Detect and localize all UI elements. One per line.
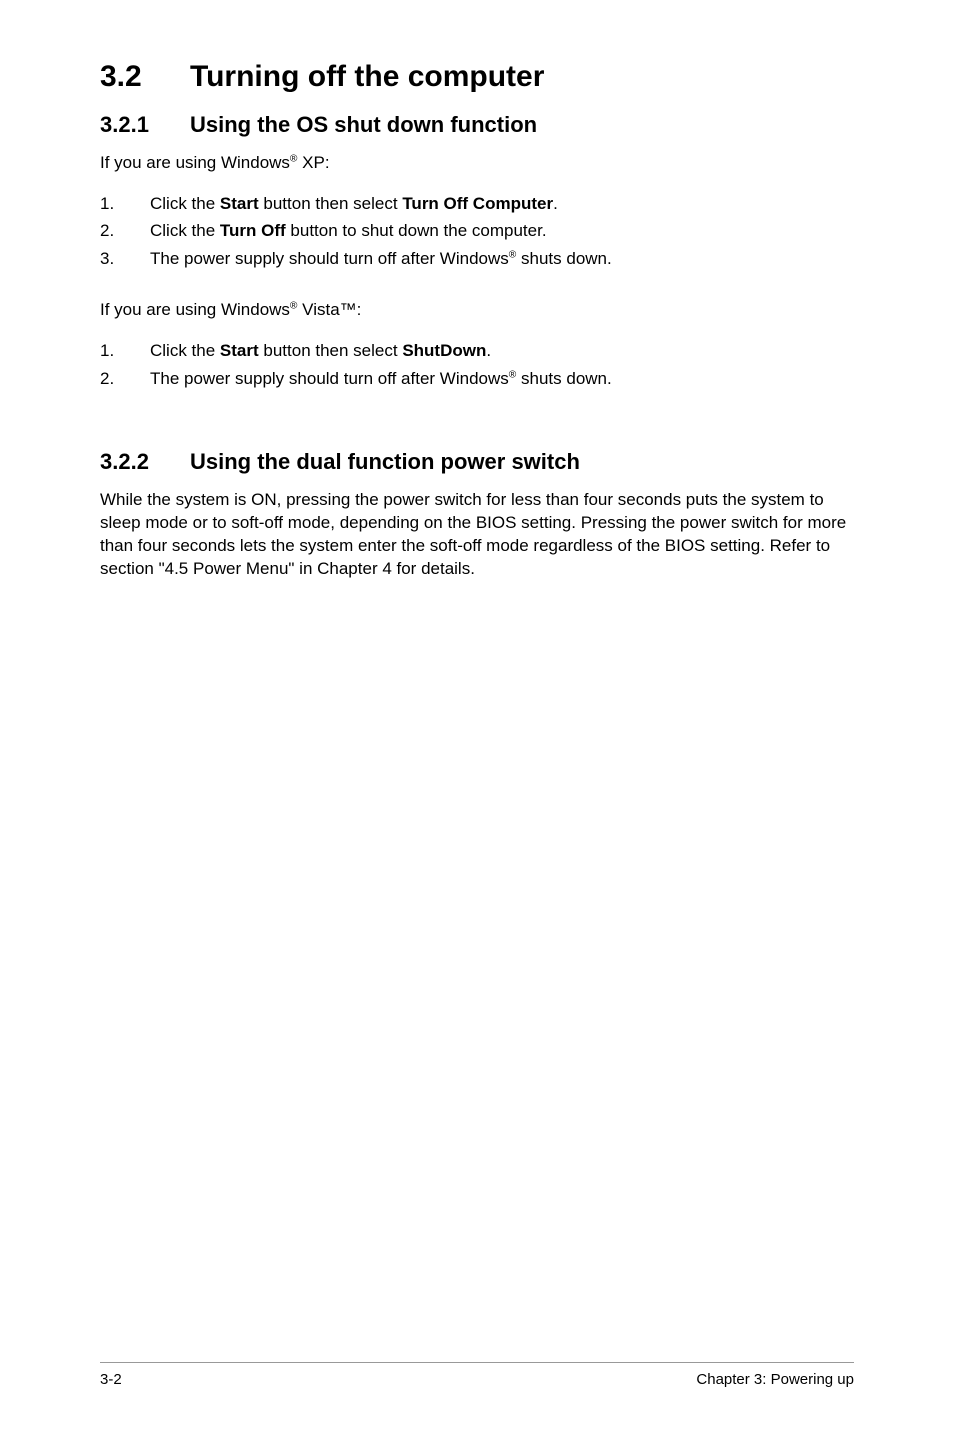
page-number: 3-2: [100, 1371, 122, 1388]
subsection-number: 3.2.1: [100, 112, 190, 138]
step-bold: Turn Off Computer: [402, 194, 553, 213]
list-item: 1. Click the Start button then select Tu…: [100, 191, 854, 217]
step-text: button to shut down the computer.: [286, 221, 547, 240]
step-number: 3.: [100, 246, 114, 272]
step-number: 2.: [100, 366, 114, 392]
intro-vista-pre: If you are using Windows: [100, 300, 290, 319]
step-text: shuts down.: [516, 249, 611, 268]
list-item: 3. The power supply should turn off afte…: [100, 246, 854, 272]
intro-xp: If you are using Windows® XP:: [100, 152, 854, 175]
intro-xp-pre: If you are using Windows: [100, 153, 290, 172]
section-heading: 3.2Turning off the computer: [100, 60, 854, 94]
step-number: 2.: [100, 218, 114, 244]
step-text: Click the: [150, 221, 220, 240]
subsection-title-text: Using the OS shut down function: [190, 112, 537, 137]
step-text: The power supply should turn off after W…: [150, 369, 509, 388]
step-text: Click the: [150, 194, 220, 213]
step-text: .: [486, 341, 491, 360]
step-text: button then select: [259, 341, 403, 360]
chapter-label: Chapter 3: Powering up: [696, 1371, 854, 1388]
step-number: 1.: [100, 338, 114, 364]
step-text: Click the: [150, 341, 220, 360]
step-number: 1.: [100, 191, 114, 217]
subsection-number: 3.2.2: [100, 449, 190, 475]
step-text: shuts down.: [516, 369, 611, 388]
list-item: 2. The power supply should turn off afte…: [100, 366, 854, 392]
step-text: .: [553, 194, 558, 213]
steps-vista: 1. Click the Start button then select Sh…: [100, 338, 854, 391]
step-text: button then select: [259, 194, 403, 213]
section-title-text: Turning off the computer: [190, 60, 544, 93]
step-bold: Start: [220, 341, 259, 360]
step-text: The power supply should turn off after W…: [150, 249, 509, 268]
subsection-heading: 3.2.2Using the dual function power switc…: [100, 449, 854, 475]
intro-vista-post: Vista™:: [297, 300, 361, 319]
list-item: 2. Click the Turn Off button to shut dow…: [100, 218, 854, 244]
section-number: 3.2: [100, 60, 190, 94]
page-footer: 3-2 Chapter 3: Powering up: [100, 1362, 854, 1388]
intro-vista: If you are using Windows® Vista™:: [100, 299, 854, 322]
subsection-body: While the system is ON, pressing the pow…: [100, 489, 854, 581]
list-item: 1. Click the Start button then select Sh…: [100, 338, 854, 364]
steps-xp: 1. Click the Start button then select Tu…: [100, 191, 854, 272]
subsection-title-text: Using the dual function power switch: [190, 449, 580, 474]
step-bold: Start: [220, 194, 259, 213]
intro-xp-post: XP:: [297, 153, 329, 172]
subsection-heading: 3.2.1Using the OS shut down function: [100, 112, 854, 138]
step-bold: Turn Off: [220, 221, 286, 240]
step-bold: ShutDown: [402, 341, 486, 360]
